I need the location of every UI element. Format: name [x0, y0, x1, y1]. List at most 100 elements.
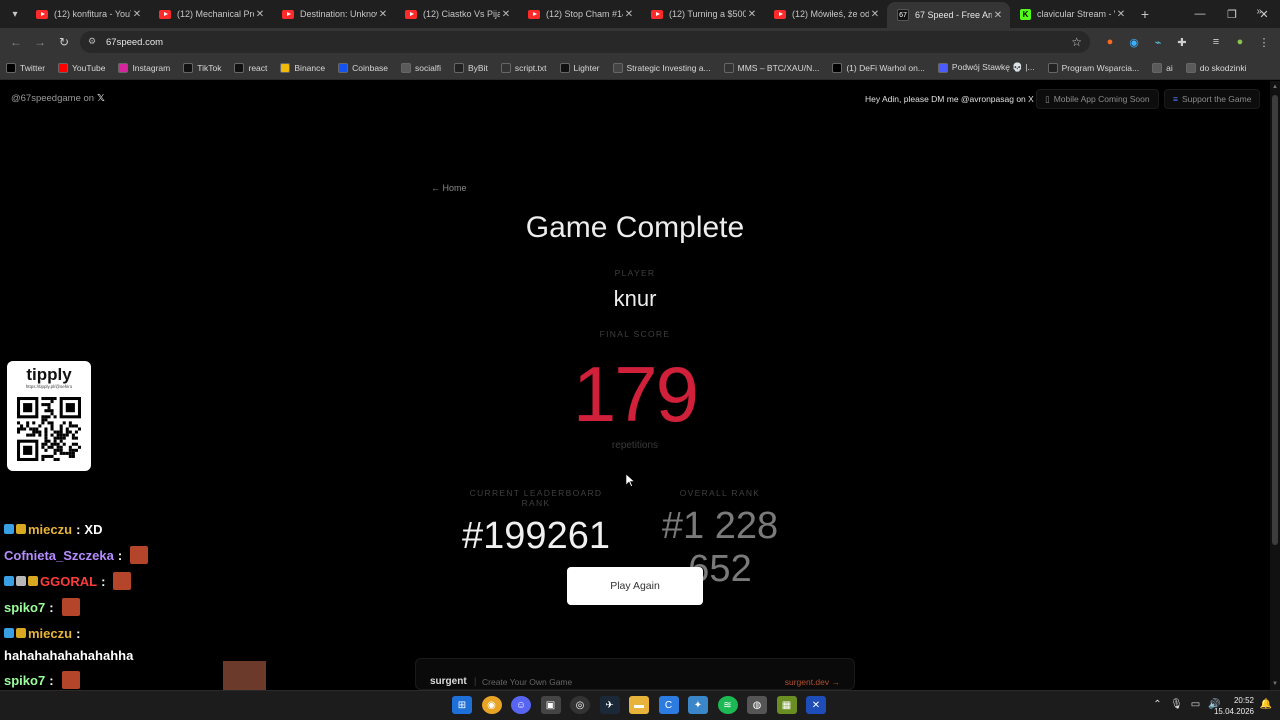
scroll-down-arrow-icon[interactable]: ▼: [1272, 681, 1278, 687]
mobile-app-button[interactable]: ▯ Mobile App Coming Soon: [1036, 89, 1159, 109]
minecraft-icon[interactable]: ▦: [776, 696, 797, 714]
bookmark-item[interactable]: MMS – BTC/XAU/N...: [723, 62, 820, 73]
microphone-icon[interactable]: 🎙: [1167, 699, 1186, 710]
bookmark-favicon-icon: [1152, 62, 1163, 73]
bookmark-item[interactable]: (1) DeFi Warhol on...: [832, 62, 925, 73]
chat-colon: :: [117, 547, 123, 563]
site-header: @67speedgame on 𝕏 Hey Adin, please DM me …: [0, 81, 1270, 117]
scrollbar-thumb[interactable]: [1272, 95, 1278, 545]
bookmark-item[interactable]: ByBit: [454, 62, 488, 73]
browser-tab[interactable]: (12) Turning a $500 C...✕: [641, 0, 764, 28]
close-window-button[interactable]: ✕: [1248, 8, 1280, 21]
home-link[interactable]: ← Home: [431, 183, 467, 193]
bookmark-item[interactable]: Binance: [280, 62, 325, 73]
close-tab-icon[interactable]: ✕: [869, 9, 881, 20]
spotify-icon[interactable]: ≋: [717, 696, 738, 714]
chrome-icon[interactable]: ◉: [481, 696, 502, 714]
bookmark-item[interactable]: Coinbase: [338, 62, 388, 73]
obs-icon[interactable]: ◎: [570, 696, 590, 714]
forward-button[interactable]: →: [28, 35, 52, 49]
monitor-icon[interactable]: ▭: [1186, 699, 1205, 710]
bookmark-item[interactable]: do skodzinki: [1185, 62, 1247, 73]
browser-tab[interactable]: (12) Stop Cham #143...✕: [518, 0, 641, 28]
folder-icon[interactable]: ▬: [629, 696, 649, 714]
app-icon[interactable]: ◍: [747, 696, 767, 714]
bookmark-favicon-icon: [280, 62, 291, 73]
bookmark-item[interactable]: Strategic Investing a...: [612, 62, 711, 73]
tab-search-button[interactable]: ▾: [4, 4, 26, 24]
app-icon[interactable]: ✕: [806, 696, 826, 714]
bookmark-item[interactable]: script.txt: [500, 62, 547, 73]
app-icon[interactable]: ▣: [540, 696, 561, 714]
close-tab-icon[interactable]: ✕: [131, 9, 143, 20]
bookmark-label: MMS – BTC/XAU/N...: [737, 62, 820, 73]
chevron-up-icon[interactable]: ⌃: [1148, 699, 1167, 710]
surgent-link[interactable]: surgent.dev →: [785, 677, 840, 687]
bookmark-item[interactable]: Podwój Stawkę 💀 |...: [937, 62, 1035, 73]
bookmark-label: script.txt: [514, 62, 547, 73]
bookmark-item[interactable]: ai: [1152, 62, 1173, 73]
close-tab-icon[interactable]: ✕: [254, 9, 266, 20]
extension-icon[interactable]: ⌁: [1146, 36, 1170, 49]
bookmark-label: Twitter: [20, 62, 46, 73]
scroll-up-arrow-icon[interactable]: ▲: [1272, 84, 1278, 90]
close-tab-icon[interactable]: ✕: [500, 9, 512, 20]
reload-button[interactable]: ↻: [52, 35, 76, 49]
steam-icon[interactable]: ✈: [599, 696, 620, 714]
twitter-handle-link[interactable]: @67speedgame on 𝕏: [11, 93, 105, 104]
app-icon[interactable]: ✦: [688, 696, 708, 714]
extensions-area: ● ◉ ⌁ ✚: [1098, 34, 1194, 50]
bookmark-star-icon[interactable]: ☆: [1071, 35, 1082, 49]
bookmark-item[interactable]: Program Wsparcia...: [1047, 62, 1139, 73]
bookmarks-overflow-icon[interactable]: »: [1256, 6, 1262, 17]
extension-icon[interactable]: ◉: [1122, 36, 1146, 49]
bookmark-item[interactable]: Lighter: [559, 62, 600, 73]
close-tab-icon[interactable]: ✕: [992, 10, 1004, 21]
bookmark-item[interactable]: YouTube: [58, 62, 105, 73]
site-info-icon[interactable]: ⚙: [88, 36, 100, 48]
browser-tab[interactable]: (12) Mechanical Probl...✕: [149, 0, 272, 28]
tab-label: 67 Speed - Free Arm...: [915, 10, 992, 20]
menu-icon[interactable]: ⋮: [1252, 36, 1276, 49]
bookmark-favicon-icon: [454, 62, 465, 73]
puzzle-icon[interactable]: ✚: [1170, 36, 1194, 49]
tab-label: Destination: Unknown: [300, 9, 377, 19]
bookmark-item[interactable]: TikTok: [183, 62, 221, 73]
support-button[interactable]: ≡ Support the Game: [1164, 89, 1261, 109]
address-bar[interactable]: ⚙ 67speed.com ☆: [80, 31, 1090, 53]
tab-strip: ▾ (12) konfitura - YouTube✕(12) Mechanic…: [0, 0, 1280, 28]
chat-badge-icon: [28, 576, 38, 586]
close-tab-icon[interactable]: ✕: [746, 9, 758, 20]
bookmark-label: Lighter: [573, 62, 600, 73]
browser-tab[interactable]: (12) Ciastko Vs Pijana...✕: [395, 0, 518, 28]
notification-icon[interactable]: 🔔: [1260, 699, 1272, 710]
close-tab-icon[interactable]: ✕: [1115, 9, 1127, 20]
restore-button[interactable]: ❐: [1216, 8, 1248, 21]
minimize-button[interactable]: —: [1184, 8, 1216, 20]
browser-tab[interactable]: (12) Mówiłeś, że od p...✕: [764, 0, 887, 28]
new-tab-button[interactable]: +: [1133, 6, 1157, 22]
surgent-footer[interactable]: surgent | Create Your Own Game surgent.d…: [415, 658, 855, 690]
browser-tab[interactable]: Kclavicular Stream - W...✕: [1010, 0, 1133, 28]
bookmark-item[interactable]: socialfi: [401, 62, 441, 73]
avatar[interactable]: ●: [1228, 36, 1252, 48]
close-tab-icon[interactable]: ✕: [377, 9, 389, 20]
play-again-button[interactable]: Play Again: [567, 567, 703, 605]
discord-icon[interactable]: ☺: [511, 696, 531, 714]
tab-label: (12) Mechanical Probl...: [177, 9, 254, 19]
clock[interactable]: 20:52 15.04.2026: [1214, 695, 1254, 717]
media-controls-icon[interactable]: ≡: [1204, 36, 1228, 48]
bookmark-item[interactable]: react: [234, 62, 267, 73]
dm-notice: Hey Adin, please DM me @avronpasag on X: [865, 94, 1034, 104]
windows-start-icon[interactable]: ⊞: [452, 696, 472, 714]
browser-tab[interactable]: (12) konfitura - YouTube✕: [26, 0, 149, 28]
app-icon[interactable]: C: [658, 696, 679, 714]
bookmark-favicon-icon: [1185, 62, 1196, 73]
browser-tab[interactable]: Destination: Unknown✕: [272, 0, 395, 28]
bookmark-item[interactable]: Twitter: [6, 62, 46, 73]
close-tab-icon[interactable]: ✕: [623, 9, 635, 20]
bookmark-item[interactable]: Instagram: [118, 62, 170, 73]
back-button[interactable]: ←: [4, 35, 28, 49]
extension-icon[interactable]: ●: [1098, 36, 1122, 48]
browser-tab[interactable]: 67 67 Speed - Free Arm...✕: [887, 2, 1010, 28]
